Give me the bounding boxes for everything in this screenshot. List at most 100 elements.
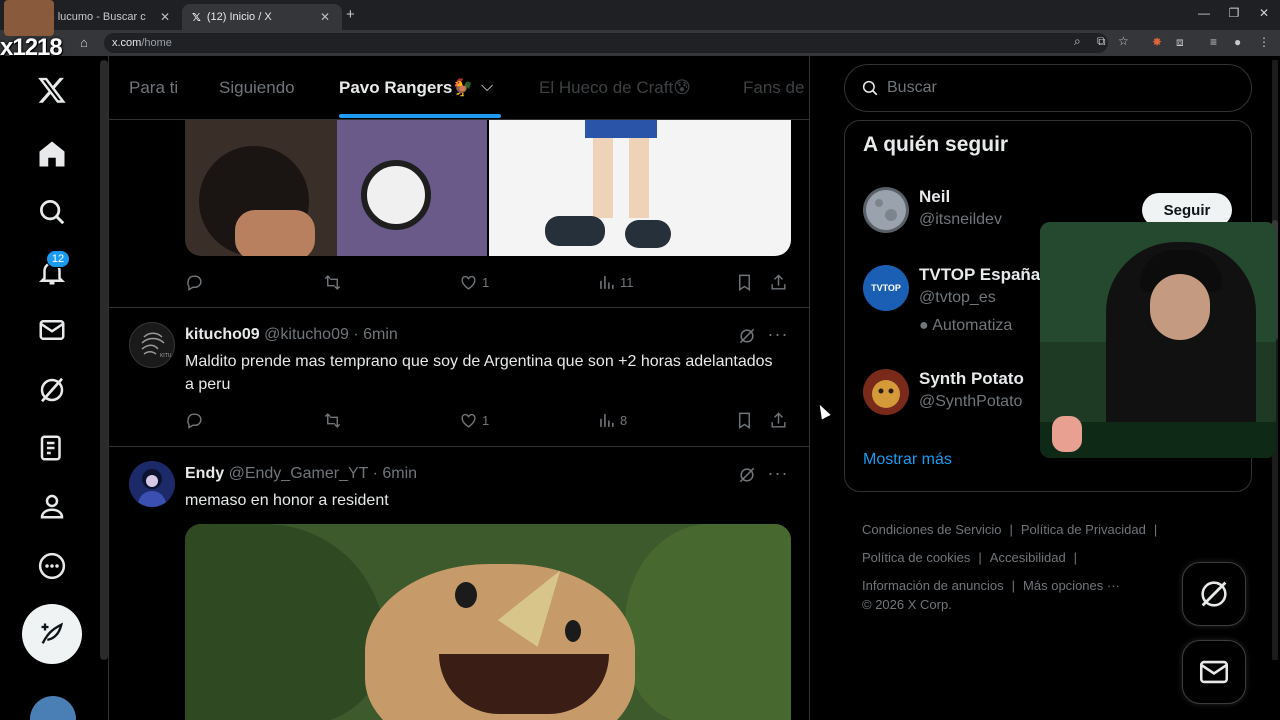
tweet-text: memaso en honor a resident (185, 492, 389, 509)
lists-icon[interactable] (32, 428, 72, 468)
footer-link-terms[interactable]: Condiciones de Servicio (862, 522, 1001, 537)
figure-shorts-shape (585, 120, 657, 138)
search-input[interactable]: Buscar (844, 64, 1252, 112)
bookmark-icon[interactable] (735, 270, 754, 294)
browser-tab-x-home[interactable]: 𝕏 (12) Inicio / X ✕ (182, 4, 342, 30)
new-tab-icon[interactable]: + (346, 6, 355, 23)
figure-leg-shape (593, 138, 613, 218)
profile-icon[interactable] (32, 486, 72, 526)
more-options-icon[interactable]: ··· (767, 325, 789, 348)
post-media-image[interactable] (489, 120, 791, 256)
close-tab-icon[interactable]: ✕ (318, 10, 332, 24)
x-logo-icon[interactable] (32, 70, 72, 110)
views-icon[interactable]: 11 (597, 270, 634, 294)
reply-icon[interactable] (185, 270, 204, 294)
footer-link-cookies[interactable]: Política de cookies (862, 550, 970, 565)
active-tab-indicator (339, 114, 501, 118)
avatar[interactable] (863, 187, 909, 233)
more-icon[interactable] (32, 546, 72, 586)
grok-fab-button[interactable] (1182, 562, 1246, 626)
webcam-overlay (1040, 222, 1276, 458)
suggestion-handle[interactable]: @tvtop_es (919, 289, 996, 307)
post-media-image[interactable] (185, 120, 487, 256)
separator: | (1009, 522, 1013, 537)
timestamp[interactable]: 6min (363, 326, 398, 343)
avatar[interactable]: TVTOP (863, 265, 909, 311)
left-scrollbar[interactable] (100, 60, 108, 660)
show-more-link[interactable]: Mostrar más (863, 451, 952, 469)
like-count: 1 (482, 412, 490, 428)
post-button[interactable] (22, 604, 82, 664)
messages-fab-button[interactable] (1182, 640, 1246, 704)
tweet-media-image[interactable] (185, 524, 791, 720)
like-icon[interactable]: 1 (459, 408, 489, 432)
suggestion-name[interactable]: Neil (919, 187, 950, 207)
repost-icon[interactable] (323, 270, 342, 294)
display-name[interactable]: Endy (185, 465, 224, 482)
repost-icon[interactable] (323, 408, 342, 432)
views-count: 8 (620, 412, 628, 428)
home-browser-icon[interactable]: ⌂ (80, 35, 88, 50)
handle[interactable]: @Endy_Gamer_YT (229, 465, 369, 482)
suggestion-name[interactable]: Synth Potato (919, 369, 1024, 389)
views-icon[interactable]: 8 (597, 408, 627, 432)
avatar[interactable]: KITU (129, 322, 175, 368)
display-name[interactable]: kitucho09 (185, 326, 260, 343)
address-bar: ⌂ x.com/home ⌕ ⧉ ☆ ✸ ⧈ ≡ ● ⋮ (0, 30, 1280, 56)
share-icon[interactable] (769, 270, 788, 294)
x-favicon-icon: 𝕏 (192, 11, 201, 24)
close-tab-icon[interactable]: ✕ (158, 10, 172, 24)
avatar[interactable] (863, 369, 909, 415)
grok-icon[interactable] (737, 465, 759, 487)
url-omnibox[interactable]: x.com/home (104, 33, 1108, 53)
like-icon[interactable]: 1 (459, 270, 489, 294)
tab-siguiendo[interactable]: Siguiendo (219, 78, 295, 98)
notification-badge: 12 (46, 250, 70, 268)
timeline: Para ti Siguiendo Pavo Rangers🐓 ⌵ El Hue… (108, 56, 810, 720)
tab-el-hueco-de-craft[interactable]: El Hueco de Craft😰 (539, 78, 691, 98)
suggestion-name[interactable]: TVTOP España (919, 265, 1040, 285)
bookmark-icon[interactable] (735, 408, 754, 432)
minimize-icon[interactable]: — (1194, 6, 1214, 20)
handle[interactable]: @kitucho09 (264, 326, 349, 343)
profile-browser-icon[interactable]: ● (1234, 35, 1241, 49)
bookmark-star-icon[interactable]: ☆ (1118, 34, 1129, 48)
media-control-icon[interactable]: ≡ (1210, 35, 1217, 49)
bot-icon: ● (919, 317, 933, 334)
maximize-icon[interactable]: ❐ (1224, 6, 1244, 20)
extension-icon[interactable]: ✸ (1152, 35, 1162, 49)
avatar[interactable] (129, 461, 175, 507)
foliage-shape (185, 524, 385, 720)
more-options-icon[interactable]: ··· (767, 464, 789, 487)
browser-menu-icon[interactable]: ⋮ (1258, 35, 1270, 49)
footer-link-accessibility[interactable]: Accesibilidad (990, 550, 1066, 565)
tab-pavo-rangers[interactable]: Pavo Rangers🐓 (339, 78, 474, 98)
tab-fans-de[interactable]: Fans de (743, 78, 804, 98)
footer-link-more-options[interactable]: Más opciones ··· (1023, 578, 1120, 593)
anime-avatar-icon (137, 469, 167, 507)
timestamp[interactable]: 6min (382, 465, 417, 482)
tweet-actions: 1 8 (185, 408, 789, 432)
footer-link-privacy[interactable]: Política de Privacidad (1021, 522, 1146, 537)
tab-para-ti[interactable]: Para ti (129, 78, 178, 98)
like-count: 1 (482, 274, 490, 290)
search-icon[interactable] (32, 192, 72, 232)
home-icon[interactable] (32, 134, 72, 174)
reply-icon[interactable] (185, 408, 204, 432)
share-icon[interactable] (769, 408, 788, 432)
figure-shoe-shape (625, 220, 671, 248)
mail-icon[interactable] (32, 310, 72, 350)
grok-icon[interactable] (32, 370, 72, 410)
install-icon[interactable]: ⧉ (1097, 34, 1106, 49)
extensions-puzzle-icon[interactable]: ⧈ (1176, 35, 1184, 50)
close-window-icon[interactable]: ✕ (1254, 6, 1274, 20)
chevron-down-icon[interactable]: ⌵ (481, 78, 493, 96)
suggestion-handle[interactable]: @itsneildev (919, 211, 1002, 229)
tweet-kitucho09[interactable]: KITU kitucho09 @kitucho09 · 6min ··· Mal… (109, 308, 809, 446)
tweet-text: Maldito prende mas temprano que soy de A… (185, 353, 773, 393)
search-icon (862, 80, 878, 96)
footer-link-ads-info[interactable]: Información de anuncios (862, 578, 1004, 593)
grok-icon[interactable] (737, 326, 759, 348)
suggestion-handle[interactable]: @SynthPotato (919, 393, 1022, 411)
zoom-icon[interactable]: ⌕ (1074, 34, 1081, 49)
